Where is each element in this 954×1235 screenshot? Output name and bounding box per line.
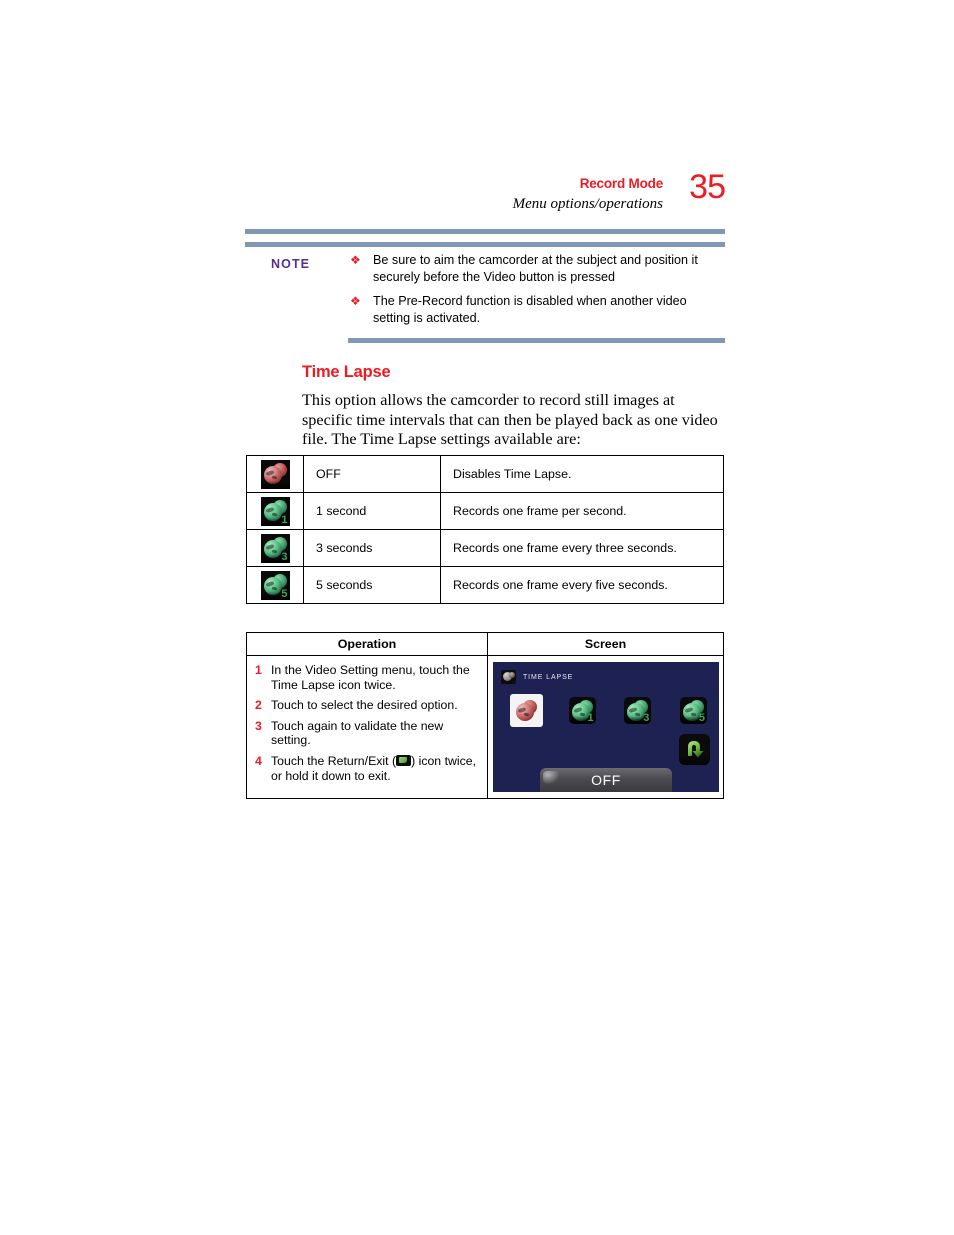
icon-badge-number: 1 xyxy=(281,513,288,526)
screen-title-text: TIME LAPSE xyxy=(523,673,574,681)
time-lapse-5-seconds-icon: 5 xyxy=(260,570,290,600)
setting-name: 3 seconds xyxy=(303,529,441,567)
operation-screen-table: Operation Screen 1 In the Video Setting … xyxy=(246,632,724,799)
section-heading: Time Lapse xyxy=(302,363,391,381)
step-number: 1 xyxy=(255,663,262,677)
header-section-title: Menu options/operations xyxy=(512,196,663,212)
note-item-text: Be sure to aim the camcorder at the subj… xyxy=(373,253,698,284)
operation-step: 4 Touch the Return/Exit () icon twice, o… xyxy=(253,754,481,783)
table-row: OFF Disables Time Lapse. xyxy=(246,455,724,493)
table-row: 5 5 seconds Records one frame every five… xyxy=(246,566,724,604)
time-lapse-3-seconds-icon: 3 xyxy=(624,697,652,724)
setting-description: Disables Time Lapse. xyxy=(440,455,724,493)
selected-value-text: OFF xyxy=(591,772,621,788)
operation-step: 2 Touch to select the desired option. xyxy=(253,698,481,713)
column-header-operation: Operation xyxy=(246,632,488,656)
step-text: Touch the Return/Exit ( xyxy=(271,753,397,768)
screen-title-row: TIME LAPSE xyxy=(501,670,573,684)
section-paragraph: This option allows the camcorder to reco… xyxy=(302,391,718,449)
setting-icon-cell: 1 xyxy=(246,492,304,530)
step-number: 3 xyxy=(255,718,262,733)
icon-badge-number: 3 xyxy=(643,712,650,724)
step-text: Touch to select the desired option. xyxy=(271,698,458,713)
setting-name: 1 second xyxy=(303,492,441,530)
setting-icon-cell: 3 xyxy=(246,529,304,567)
screen-option-5-seconds[interactable]: 5 xyxy=(677,694,710,727)
note-rule-bottom xyxy=(348,338,725,343)
diamond-bullet-icon: ❖ xyxy=(350,294,361,308)
time-lapse-menu-icon xyxy=(501,670,516,684)
setting-name: 5 seconds xyxy=(303,566,441,604)
note-item: ❖ The Pre-Record function is disabled wh… xyxy=(350,293,725,326)
setting-description: Records one frame per second. xyxy=(440,492,724,530)
screen-preview-cell: TIME LAPSE 1 3 5 OFF xyxy=(487,655,724,799)
return-exit-icon xyxy=(396,754,412,766)
table-row: 3 3 seconds Records one frame every thre… xyxy=(246,529,724,567)
screen-option-row: 1 3 5 xyxy=(510,694,710,727)
operation-steps-cell: 1 In the Video Setting menu, touch the T… xyxy=(246,655,488,799)
step-number: 4 xyxy=(255,753,262,768)
note-item-list: ❖ Be sure to aim the camcorder at the su… xyxy=(350,252,725,334)
step-text: Touch again to validate the new setting. xyxy=(271,718,444,748)
note-item: ❖ Be sure to aim the camcorder at the su… xyxy=(350,252,725,285)
selected-value-bar: OFF xyxy=(540,768,672,792)
icon-badge-number: 5 xyxy=(281,587,288,600)
icon-badge-number: 1 xyxy=(587,712,594,724)
note-item-text: The Pre-Record function is disabled when… xyxy=(373,294,687,325)
return-exit-button[interactable] xyxy=(679,734,710,765)
icon-badge-number: 5 xyxy=(698,712,705,724)
icon-badge-number: 3 xyxy=(281,550,288,563)
camcorder-screen-mock: TIME LAPSE 1 3 5 OFF xyxy=(493,662,719,792)
screen-option-off[interactable] xyxy=(510,694,543,727)
time-lapse-settings-table: OFF Disables Time Lapse. 1 1 second Reco… xyxy=(246,455,724,604)
table-row: 1 1 second Records one frame per second. xyxy=(246,492,724,530)
operation-step: 1 In the Video Setting menu, touch the T… xyxy=(253,663,481,692)
screen-option-1-second[interactable]: 1 xyxy=(566,694,599,727)
setting-name: OFF xyxy=(303,455,441,493)
table-row: 1 In the Video Setting menu, touch the T… xyxy=(246,655,724,799)
step-text: In the Video Setting menu, touch the Tim… xyxy=(271,663,470,692)
header-chapter-title: Record Mode xyxy=(579,176,664,191)
time-lapse-1-second-icon: 1 xyxy=(260,496,290,526)
setting-icon-cell: 5 xyxy=(246,566,304,604)
setting-description: Records one frame every three seconds. xyxy=(440,529,724,567)
time-lapse-5-seconds-icon: 5 xyxy=(679,697,707,724)
running-header: Record Mode Menu options/operations 35 xyxy=(245,170,726,222)
note-label: NOTE xyxy=(271,257,311,271)
time-lapse-3-seconds-icon: 3 xyxy=(260,533,290,563)
screen-option-3-seconds[interactable]: 3 xyxy=(621,694,654,727)
document-page: Record Mode Menu options/operations 35 N… xyxy=(0,0,954,1235)
table-header-row: Operation Screen xyxy=(246,632,724,656)
setting-description: Records one frame every five seconds. xyxy=(440,566,724,604)
setting-icon-cell xyxy=(246,455,304,493)
page-number: 35 xyxy=(689,168,726,206)
column-header-screen: Screen xyxy=(487,632,724,656)
diamond-bullet-icon: ❖ xyxy=(350,253,361,267)
time-lapse-1-second-icon: 1 xyxy=(568,697,596,724)
step-number: 2 xyxy=(255,698,262,713)
time-lapse-off-icon xyxy=(513,697,540,724)
header-rule-upper xyxy=(245,229,725,234)
time-lapse-off-icon xyxy=(260,459,290,489)
note-rule-top xyxy=(245,242,725,247)
operation-step: 3 Touch again to validate the new settin… xyxy=(253,719,481,748)
